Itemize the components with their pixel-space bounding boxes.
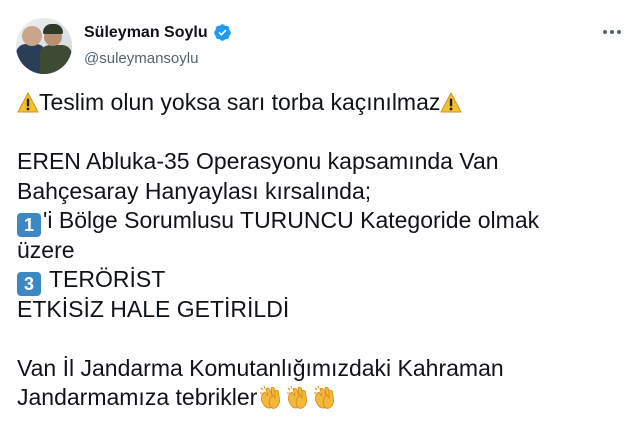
more-options-icon[interactable]	[600, 22, 624, 42]
tweet-line: Teslim olun yoksa sarı torba kaçınılmaz	[17, 88, 627, 118]
tweet-line: Van İl Jandarma Komutanlığımızdaki Kahra…	[17, 354, 627, 384]
tweet-line-text: Van İl Jandarma Komutanlığımızdaki Kahra…	[17, 354, 504, 381]
tweet-line-text: üzere	[17, 236, 75, 263]
tweet-text: Teslim olun yoksa sarı torba kaçınılmaz E…	[17, 88, 627, 413]
tweet-line: EREN Abluka-35 Operasyonu kapsamında Van	[17, 147, 627, 177]
tweet-line-text: Bahçesaray Hanyaylası kırsalında;	[17, 177, 372, 204]
verified-badge-icon	[213, 23, 232, 42]
tweet-line-text: TERÖRİST	[49, 266, 166, 292]
avatar[interactable]	[16, 18, 72, 74]
tweet-header: Süleyman Soylu @suleymansoylu	[16, 12, 624, 74]
tweet-line: ETKİSİZ HALE GETİRİLDİ	[17, 295, 627, 325]
clapping-hands-icon	[285, 385, 311, 411]
author-handle[interactable]: @suleymansoylu	[84, 50, 198, 67]
tweet-line-text: ETKİSİZ HALE GETİRİLDİ	[17, 295, 290, 322]
author-name[interactable]: Süleyman Soylu	[84, 24, 208, 42]
tweet-line: Bahçesaray Hanyaylası kırsalında;	[17, 177, 627, 207]
tweet-line-text: EREN Abluka-35 Operasyonu kapsamında Van	[17, 148, 499, 174]
clapping-hands-icon	[258, 385, 284, 411]
tweet-line-text: Teslim olun yoksa sarı torba kaçınılmaz	[39, 89, 441, 115]
keycap-3-icon: 3	[17, 272, 41, 296]
tweet-line: üzere	[17, 236, 627, 266]
keycap-1-icon: 1	[17, 213, 41, 237]
warning-icon	[17, 91, 39, 113]
warning-icon	[440, 91, 462, 113]
tweet-line: 3 TERÖRİST	[17, 265, 627, 296]
tweet-line: 1'i Bölge Sorumlusu TURUNCU Kategoride o…	[17, 206, 627, 237]
tweet-line-text: 'i Bölge Sorumlusu TURUNCU Kategoride ol…	[43, 207, 540, 233]
tweet-line-text: Jandarmamıza tebrikler	[17, 384, 258, 410]
tweet-line: Jandarmamıza tebrikler	[17, 383, 627, 413]
clapping-hands-icon	[312, 385, 338, 411]
author-name-row[interactable]: Süleyman Soylu	[84, 23, 232, 42]
